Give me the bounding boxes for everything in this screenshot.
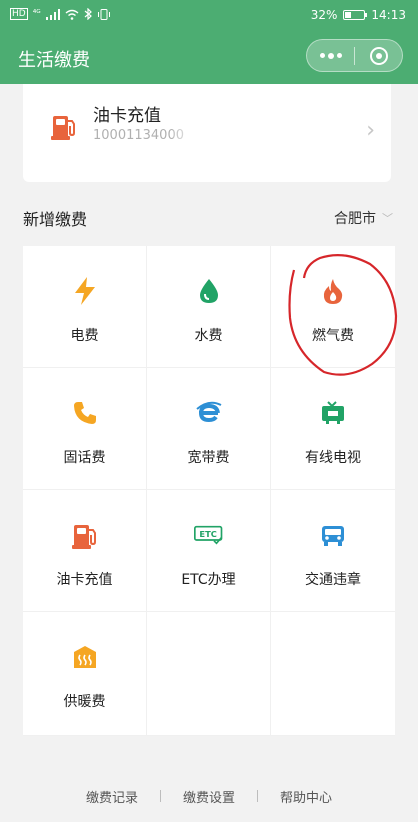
service-broadband[interactable]: 宽带费	[147, 368, 271, 490]
phone-icon	[73, 402, 96, 424]
more-dots-icon	[319, 53, 325, 58]
heating-icon	[73, 646, 96, 668]
status-icons: HD ⁴ᴳ	[10, 8, 111, 20]
signal-4g-icon: ⁴ᴳ	[32, 9, 41, 19]
empty-grid-cell	[271, 612, 395, 736]
service-label: 供暖费	[63, 694, 106, 710]
mini-program-capsule	[306, 39, 403, 72]
service-electricity[interactable]: 电费	[23, 246, 147, 368]
section-title: 新增缴费	[23, 210, 88, 229]
chevron-right-icon: ›	[366, 118, 375, 143]
service-heating[interactable]: 供暖费	[23, 612, 147, 736]
signal-bars-icon	[45, 8, 60, 20]
etc-icon: ETC	[193, 525, 222, 545]
city-selector[interactable]: 合肥市 ﹀	[334, 208, 393, 228]
redaction-blur	[173, 124, 273, 146]
broadband-e-icon	[195, 401, 221, 423]
service-label: 宽带费	[187, 450, 230, 466]
nav-bar: 生活缴费	[0, 30, 418, 84]
battery-percent: 32%	[310, 8, 338, 22]
service-fuel-card[interactable]: 油卡充值	[23, 490, 147, 612]
lightning-icon	[74, 277, 95, 305]
page-title: 生活缴费	[18, 50, 90, 71]
battery-icon	[343, 10, 368, 20]
service-gas[interactable]: 燃气费	[271, 246, 395, 368]
empty-grid-cell	[147, 612, 271, 736]
service-label: 电费	[70, 328, 99, 344]
service-landline[interactable]: 固话费	[23, 368, 147, 490]
service-label: 交通违章	[305, 572, 361, 588]
car-icon	[322, 526, 344, 546]
service-traffic-violation[interactable]: 交通违章	[271, 490, 395, 612]
service-etc[interactable]: ETC ETC办理	[147, 490, 271, 612]
service-cable-tv[interactable]: 有线电视	[271, 368, 395, 490]
service-label: 有线电视	[305, 450, 361, 466]
svg-text:ETC: ETC	[199, 529, 216, 539]
payment-settings-link[interactable]: 缴费设置	[161, 787, 257, 806]
vibrate-icon	[97, 8, 110, 20]
service-grid: 电费 水费 燃气费 固话费 宽带费 有线电视 油卡充值 ETC ETC办理 交通…	[23, 246, 395, 736]
wifi-icon	[65, 9, 79, 20]
service-label: ETC办理	[181, 572, 236, 588]
service-water[interactable]: 水费	[147, 246, 271, 368]
footer-links: 缴费记录 缴费设置 帮助中心	[0, 786, 418, 806]
city-label: 合肥市	[334, 211, 376, 227]
flame-icon	[323, 279, 343, 304]
close-mini-program-button[interactable]	[355, 40, 402, 71]
fuel-pump-icon	[71, 525, 96, 549]
bluetooth-icon	[84, 8, 92, 20]
tv-icon	[322, 401, 344, 424]
service-label: 油卡充值	[56, 572, 113, 588]
service-label: 水费	[194, 328, 223, 344]
chevron-down-icon: ﹀	[382, 212, 393, 225]
water-drop-icon	[199, 279, 218, 303]
saved-account-card[interactable]: 油卡充值 10001134000 ›	[23, 84, 391, 182]
service-label: 燃气费	[312, 328, 354, 344]
service-label: 固话费	[63, 450, 106, 466]
fuel-pump-icon	[51, 116, 75, 140]
target-close-icon	[369, 46, 388, 65]
payment-records-link[interactable]: 缴费记录	[64, 787, 160, 806]
more-menu-button[interactable]	[307, 40, 354, 71]
account-title: 油卡充值	[93, 106, 161, 126]
hd-icon: HD	[10, 8, 28, 20]
status-bar: HD ⁴ᴳ 32% 14:13	[0, 0, 418, 30]
account-number: 10001134000	[93, 128, 184, 143]
help-center-link[interactable]: 帮助中心	[258, 787, 354, 806]
clock: 14:13	[371, 8, 406, 22]
